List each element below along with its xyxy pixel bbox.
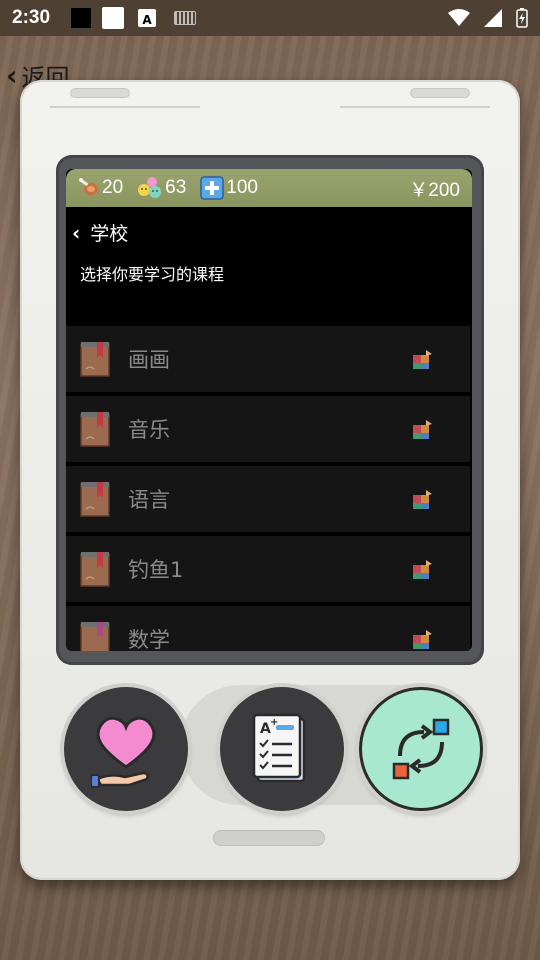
puzzle-icon xyxy=(413,490,432,509)
school-subtitle: 选择你要学习的课程 xyxy=(80,265,225,284)
course-item[interactable]: 画画 xyxy=(66,326,470,392)
wifi-icon xyxy=(448,9,470,26)
puzzle-icon xyxy=(413,420,432,439)
pet-device: 20 63 100 ￥200 ‹ 学校 选择你要学习的课程 画画 音乐 语言 钓… xyxy=(20,80,520,880)
food-value: 20 xyxy=(102,177,124,198)
device-hinge-right xyxy=(340,80,490,108)
device-screen: 20 63 100 ￥200 ‹ 学校 选择你要学习的课程 画画 音乐 语言 钓… xyxy=(66,169,472,651)
health-value: 100 xyxy=(226,177,258,198)
puzzle-icon xyxy=(413,560,432,579)
course-name: 数学 xyxy=(128,628,170,651)
course-name: 音乐 xyxy=(128,418,170,442)
tasks-button[interactable]: A + xyxy=(220,687,344,811)
signal-icon xyxy=(484,9,502,27)
course-name: 钓鱼1 xyxy=(128,558,184,582)
keyboard-letter-icon: A xyxy=(138,9,157,27)
stats-bar: 20 63 100 ￥200 xyxy=(66,169,472,207)
chevron-left-icon: ‹ xyxy=(6,59,18,92)
book-icon xyxy=(80,412,110,447)
puzzle-icon xyxy=(413,350,432,369)
book-icon xyxy=(80,622,110,651)
book-icon xyxy=(80,342,110,377)
swap-button[interactable] xyxy=(359,687,483,811)
chevron-left-icon: ‹ xyxy=(72,220,81,245)
course-list: 画画 音乐 语言 钓鱼1 数学 xyxy=(66,326,472,651)
health-plus-icon xyxy=(200,176,225,200)
checklist-icon: A + xyxy=(252,713,306,783)
battery-icon xyxy=(516,8,528,28)
book-icon xyxy=(80,482,110,517)
health-stat: 100 xyxy=(200,176,258,200)
swap-icon xyxy=(392,718,450,780)
status-time: 2:30 xyxy=(12,7,51,28)
meat-icon xyxy=(79,178,98,195)
mood-value: 63 xyxy=(165,177,187,198)
course-item[interactable]: 数学 xyxy=(66,606,470,651)
school-back-button[interactable]: ‹ 学校 xyxy=(72,219,128,246)
faces-icon xyxy=(138,177,162,198)
school-title: 学校 xyxy=(90,223,129,245)
device-handle xyxy=(213,830,325,846)
system-status-bar: 2:30 A xyxy=(0,0,540,36)
notification-white-icon xyxy=(102,7,125,29)
book-icon xyxy=(80,552,110,587)
care-button[interactable] xyxy=(64,687,188,811)
puzzle-icon xyxy=(413,630,432,649)
course-name: 语言 xyxy=(128,488,170,512)
course-item[interactable]: 钓鱼1 xyxy=(66,536,470,602)
food-stat: 20 xyxy=(78,177,123,199)
heart-hand-icon xyxy=(91,716,156,788)
keyboard-icon xyxy=(174,11,197,25)
course-item[interactable]: 音乐 xyxy=(66,396,470,462)
money-value: ￥200 xyxy=(409,179,460,201)
screen-bezel: 20 63 100 ￥200 ‹ 学校 选择你要学习的课程 画画 音乐 语言 钓… xyxy=(56,155,484,665)
device-hinge-left xyxy=(50,80,200,108)
course-item[interactable]: 语言 xyxy=(66,466,470,532)
mood-stat: 63 xyxy=(137,176,186,200)
course-name: 画画 xyxy=(128,348,170,372)
notification-black-icon xyxy=(70,7,93,29)
